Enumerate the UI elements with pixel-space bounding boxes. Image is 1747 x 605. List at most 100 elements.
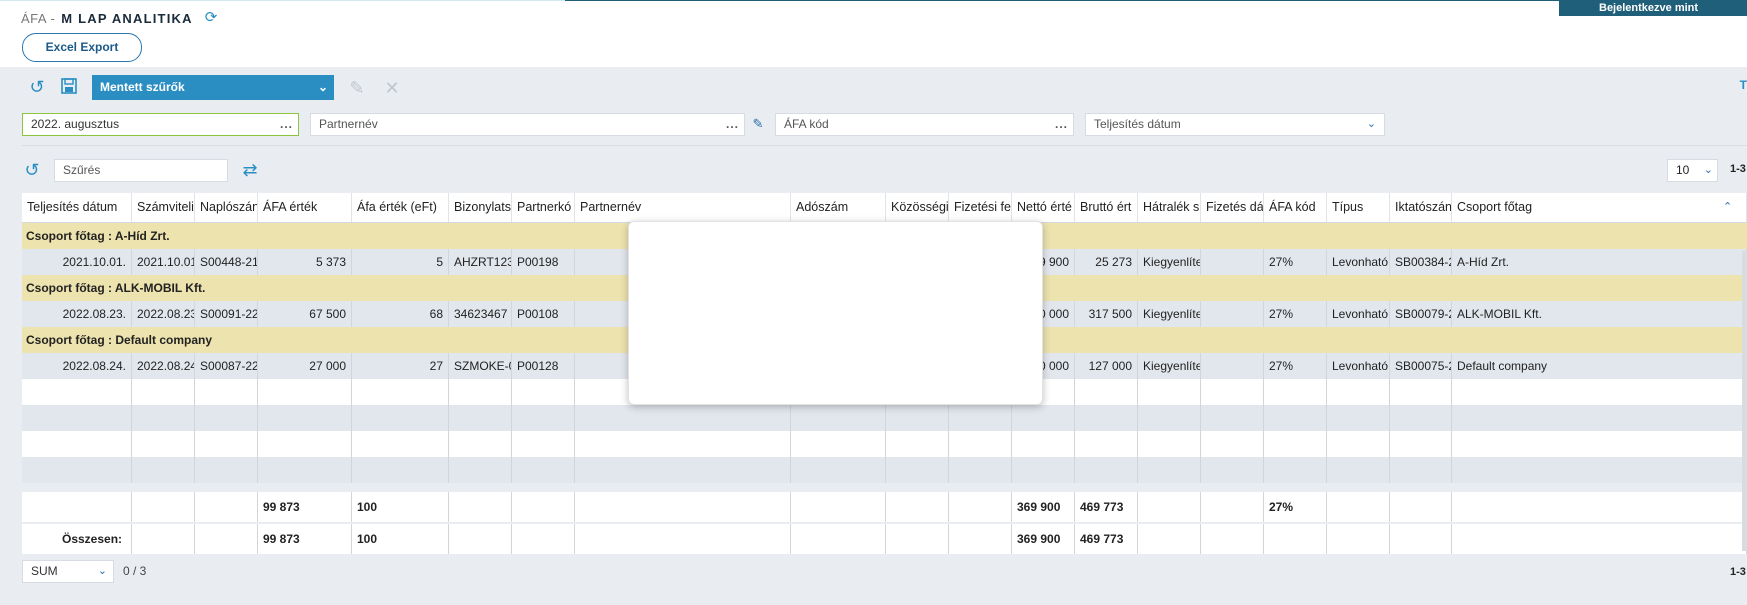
table-cell — [258, 431, 352, 457]
summary-cell — [949, 524, 1012, 554]
summary-cell — [1138, 524, 1201, 554]
table-cell: Levonható — [1327, 353, 1390, 379]
chevron-down-icon: ⌄ — [1366, 118, 1376, 130]
summary-cell: 469 773 — [1075, 524, 1138, 554]
table-cell — [1452, 379, 1747, 405]
table-cell: S00091-22 — [195, 301, 258, 327]
toolbar-right-label[interactable]: T — [1740, 78, 1747, 92]
column-header[interactable]: Partnerkó — [512, 193, 575, 222]
table-cell — [352, 379, 449, 405]
table-cell — [1075, 379, 1138, 405]
grid-search-input[interactable]: Szűrés — [54, 159, 228, 182]
swap-icon[interactable]: ⇄ — [238, 160, 262, 180]
more-icon[interactable]: ... — [1055, 114, 1068, 135]
table-cell — [1075, 405, 1138, 431]
column-header[interactable]: Csoport főtag — [1452, 193, 1747, 222]
column-header[interactable]: Iktatószán — [1390, 193, 1452, 222]
column-header[interactable]: Fizetési fe — [949, 193, 1012, 222]
column-header[interactable]: Teljesítés dátum — [22, 193, 132, 222]
table-cell: SZMOKE-00 — [449, 353, 512, 379]
table-cell: SB00384-21 — [1390, 249, 1452, 275]
summary-cell — [449, 524, 512, 554]
summary-cell — [1327, 524, 1390, 554]
more-icon[interactable]: ... — [280, 114, 293, 135]
aggregate-select[interactable]: SUM ⌄ — [22, 560, 114, 583]
column-header[interactable]: Típus — [1327, 193, 1390, 222]
table-cell — [195, 431, 258, 457]
table-cell: Levonható — [1327, 301, 1390, 327]
table-cell: 127 000 — [1075, 353, 1138, 379]
table-cell — [791, 431, 886, 457]
chevron-down-icon: ⌄ — [97, 565, 107, 577]
period-value: 2022. augusztus — [31, 117, 120, 131]
column-header[interactable]: Naplószán — [195, 193, 258, 222]
column-header[interactable]: ÁFA érték — [258, 193, 352, 222]
summary-cell — [1201, 524, 1264, 554]
column-header[interactable]: Számviteli — [132, 193, 195, 222]
chevron-down-icon: ⌄ — [317, 80, 328, 94]
group-label: Csoport főtag : Default company — [26, 333, 213, 347]
column-header[interactable]: Adószám — [791, 193, 886, 222]
table-cell — [1201, 379, 1264, 405]
table-cell — [1201, 431, 1264, 457]
summary-cell — [22, 492, 132, 522]
table-cell — [1012, 457, 1075, 483]
column-header[interactable]: Közösségi — [886, 193, 949, 222]
table-cell — [22, 431, 132, 457]
total-label: Összesen: — [22, 524, 132, 554]
table-cell — [1264, 431, 1327, 457]
table-cell — [791, 405, 886, 431]
column-header[interactable]: Partnernév — [575, 193, 791, 222]
table-cell — [886, 431, 949, 457]
edit-pencil-icon[interactable]: ✎ — [347, 78, 367, 98]
table-cell — [949, 431, 1012, 457]
more-icon[interactable]: ... — [726, 114, 739, 135]
table-cell: 67 500 — [258, 301, 352, 327]
table-cell — [512, 405, 575, 431]
table-cell — [512, 431, 575, 457]
performance-date-select[interactable]: Teljesítés dátum ⌄ — [1085, 113, 1385, 136]
table-cell — [352, 405, 449, 431]
vat-code-filter[interactable]: ÁFA kód ... — [775, 113, 1074, 136]
partner-filter[interactable]: Partnernév ... — [310, 113, 745, 136]
save-icon[interactable] — [59, 77, 79, 97]
period-filter[interactable]: 2022. augusztus ... — [22, 113, 299, 136]
horizontal-scrollbar-edge[interactable] — [1742, 251, 1747, 551]
summary-cell — [1452, 492, 1747, 522]
reset-icon[interactable]: ↺ — [27, 77, 47, 97]
edit-icon[interactable]: ✎ — [749, 115, 767, 133]
table-cell — [449, 405, 512, 431]
column-header[interactable]: Hátralék s — [1138, 193, 1201, 222]
refresh-icon[interactable]: ⟳ — [205, 10, 221, 26]
table-cell — [575, 457, 791, 483]
table-cell — [886, 405, 949, 431]
table-cell: Levonható — [1327, 249, 1390, 275]
summary-cell: 100 — [352, 524, 449, 554]
reset-grid-icon[interactable]: ↺ — [22, 160, 42, 180]
summary-cell — [132, 492, 195, 522]
column-header[interactable]: ÁFA kód — [1264, 193, 1327, 222]
delete-icon[interactable]: ✕ — [382, 78, 402, 98]
table-cell — [1390, 405, 1452, 431]
summary-cell: 99 873 — [258, 492, 352, 522]
table-cell: Default company — [1452, 353, 1747, 379]
table-cell: AHZRT1234 — [449, 249, 512, 275]
saved-filters-select[interactable]: Mentett szűrők ⌄ — [92, 75, 334, 100]
excel-export-button[interactable]: Excel Export — [22, 33, 142, 62]
vat-code-placeholder: ÁFA kód — [784, 117, 829, 131]
table-cell: 317 500 — [1075, 301, 1138, 327]
summary-cell — [1390, 492, 1452, 522]
column-header[interactable]: Áfa érték (eFt) — [352, 193, 449, 222]
column-header[interactable]: Fizetés dá — [1201, 193, 1264, 222]
page-size-select[interactable]: 10 ⌄ — [1667, 159, 1718, 182]
summary-cell — [195, 492, 258, 522]
column-header[interactable]: Bizonylats — [449, 193, 512, 222]
table-cell: 2022.08.23. — [132, 301, 195, 327]
column-header[interactable]: Nettó érté — [1012, 193, 1075, 222]
column-header[interactable]: Bruttó ért — [1075, 193, 1138, 222]
table-cell — [1390, 379, 1452, 405]
summary-cell: 99 873 — [258, 524, 352, 554]
empty-row — [22, 457, 1747, 483]
sort-asc-icon[interactable]: ⌃ — [1723, 193, 1732, 222]
summary-cell — [1452, 524, 1747, 554]
